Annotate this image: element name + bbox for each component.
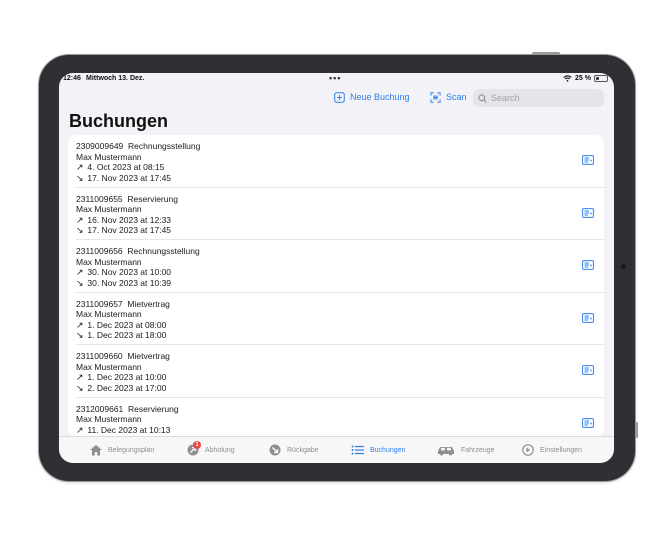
tab-belegungsplan[interactable]: Belegungsplan xyxy=(89,442,154,458)
return-arrow-icon xyxy=(269,444,281,456)
tab-rueckgabe[interactable]: Rückgabe xyxy=(268,442,319,458)
booking-customer: Max Mustermann xyxy=(76,414,142,424)
power-button xyxy=(532,52,560,55)
new-booking-label: Neue Buchung xyxy=(350,92,410,102)
pickup-icon-wrap: 1 xyxy=(186,441,201,456)
booking-row[interactable]: 2311009660 Mietvertrag Max Mustermann ↗ … xyxy=(68,345,604,398)
booking-customer: Max Mustermann xyxy=(76,361,142,372)
new-booking-button[interactable]: Neue Buchung xyxy=(334,89,410,105)
tab-abholung[interactable]: 1 Abholung xyxy=(186,441,235,458)
tab-buchungen[interactable]: Buchungen xyxy=(351,442,405,458)
booking-pickup: 1. Dec 2023 at 10:00 xyxy=(87,372,167,382)
arrow-up-right-icon: ↗ xyxy=(76,267,84,277)
booking-return: 2. Dec 2023 at 17:00 xyxy=(87,382,167,393)
scan-button[interactable]: Scan xyxy=(430,89,467,105)
document-edit-icon[interactable] xyxy=(582,365,594,375)
front-camera xyxy=(621,264,626,269)
booking-return: 1. Dec 2023 at 18:00 xyxy=(87,330,167,340)
settings-icon xyxy=(522,444,534,456)
booking-customer: Max Mustermann xyxy=(76,309,142,319)
document-edit-icon[interactable] xyxy=(582,155,594,165)
booking-number: 2311009660 xyxy=(76,351,123,361)
booking-row[interactable]: 2309009649 Rechnungsstellung Max Musterm… xyxy=(68,135,604,188)
booking-row[interactable]: 2312009661 Reservierung Max Mustermann ↗… xyxy=(68,398,604,438)
booking-type: Reservierung xyxy=(127,193,178,204)
tab-fahrzeuge[interactable]: Fahrzeuge xyxy=(436,442,494,458)
app-screen: 12:46 Mittwoch 13. Dez. ••• 25 % Neue Bu… xyxy=(59,73,614,463)
tab-label: Belegungsplan xyxy=(108,446,155,454)
scan-icon xyxy=(430,91,441,103)
booking-customer: Max Mustermann xyxy=(76,204,142,214)
booking-pickup: 4. Oct 2023 at 08:15 xyxy=(87,162,165,172)
booking-number: 2311009656 xyxy=(76,246,123,256)
page-title: Buchungen xyxy=(69,111,168,131)
wifi-icon xyxy=(563,75,572,82)
tab-bar: Belegungsplan 1 Abholung Rückgabe Buchun… xyxy=(59,436,614,463)
booking-list: 2309009649 Rechnungsstellung Max Musterm… xyxy=(68,135,604,437)
booking-row[interactable]: 2311009655 Reservierung Max Mustermann ↗… xyxy=(68,188,604,241)
arrow-up-right-icon: ↗ xyxy=(76,319,84,330)
document-edit-icon[interactable] xyxy=(582,260,594,270)
arrow-down-right-icon: ↘ xyxy=(76,382,84,393)
arrow-up-right-icon: ↗ xyxy=(76,424,84,435)
status-right: 25 % xyxy=(563,75,608,82)
booking-return: 30. Nov 2023 at 10:39 xyxy=(87,277,172,288)
list-icon xyxy=(351,445,364,455)
scan-label: Scan xyxy=(446,92,467,102)
battery-percent: 25 % xyxy=(575,75,591,82)
booking-pickup: 11. Dec 2023 at 10:13 xyxy=(87,424,171,435)
booking-number: 2311009657 xyxy=(76,298,123,309)
booking-row[interactable]: 2311009656 Rechnungsstellung Max Musterm… xyxy=(68,240,604,293)
house-icon xyxy=(90,445,102,456)
search-icon xyxy=(478,93,487,103)
booking-type: Rechnungsstellung xyxy=(128,141,201,151)
arrow-down-right-icon: ↘ xyxy=(76,277,84,288)
car-icon xyxy=(438,447,454,456)
booking-row[interactable]: 2311009657 Mietvertrag Max Mustermann ↗ … xyxy=(68,293,604,346)
arrow-down-right-icon: ↘ xyxy=(76,172,84,183)
document-edit-icon[interactable] xyxy=(582,417,594,428)
status-bar: 12:46 Mittwoch 13. Dez. ••• 25 % xyxy=(59,73,614,85)
arrow-down-right-icon: ↘ xyxy=(76,330,84,340)
search-field[interactable] xyxy=(473,89,604,107)
booking-number: 2309009649 xyxy=(76,141,124,151)
document-edit-icon[interactable] xyxy=(582,207,594,218)
booking-number: 2312009661 xyxy=(76,403,124,414)
tab-label: Fahrzeuge xyxy=(461,446,495,454)
booking-customer: Max Mustermann xyxy=(76,151,142,162)
tab-einstellungen[interactable]: Einstellungen xyxy=(521,442,582,458)
booking-pickup: 1. Dec 2023 at 08:00 xyxy=(87,319,167,330)
status-date: Mittwoch 13. Dez. xyxy=(86,75,145,82)
booking-pickup: 30. Nov 2023 at 10:00 xyxy=(87,267,172,277)
tab-label: Rückgabe xyxy=(287,446,319,454)
notification-badge: 1 xyxy=(193,441,201,449)
booking-number: 2311009655 xyxy=(76,193,123,204)
tab-label: Buchungen xyxy=(370,446,406,454)
battery-icon xyxy=(594,75,608,82)
status-time: 12:46 xyxy=(63,75,81,82)
booking-type: Rechnungsstellung xyxy=(127,246,200,256)
booking-type: Mietvertrag xyxy=(127,351,170,361)
booking-customer: Max Mustermann xyxy=(76,256,142,267)
booking-type: Mietvertrag xyxy=(127,298,170,309)
plus-square-icon xyxy=(334,91,345,103)
document-edit-icon[interactable] xyxy=(582,312,594,323)
arrow-up-right-icon: ↗ xyxy=(76,372,84,382)
tab-label: Abholung xyxy=(205,446,235,454)
arrow-up-right-icon: ↗ xyxy=(76,162,84,172)
multitasking-dots-icon[interactable]: ••• xyxy=(329,73,341,83)
arrow-up-right-icon: ↗ xyxy=(76,214,84,225)
toolbar: Neue Buchung Scan xyxy=(59,89,614,107)
search-input[interactable] xyxy=(491,93,596,103)
volume-button xyxy=(635,422,638,438)
tab-label: Einstellungen xyxy=(540,446,583,454)
booking-type: Reservierung xyxy=(128,403,179,414)
arrow-down-right-icon: ↘ xyxy=(76,225,84,235)
booking-return: 17. Nov 2023 at 17:45 xyxy=(87,225,172,235)
booking-return: 17. Nov 2023 at 17:45 xyxy=(87,172,172,183)
booking-pickup: 16. Nov 2023 at 12:33 xyxy=(87,214,172,225)
